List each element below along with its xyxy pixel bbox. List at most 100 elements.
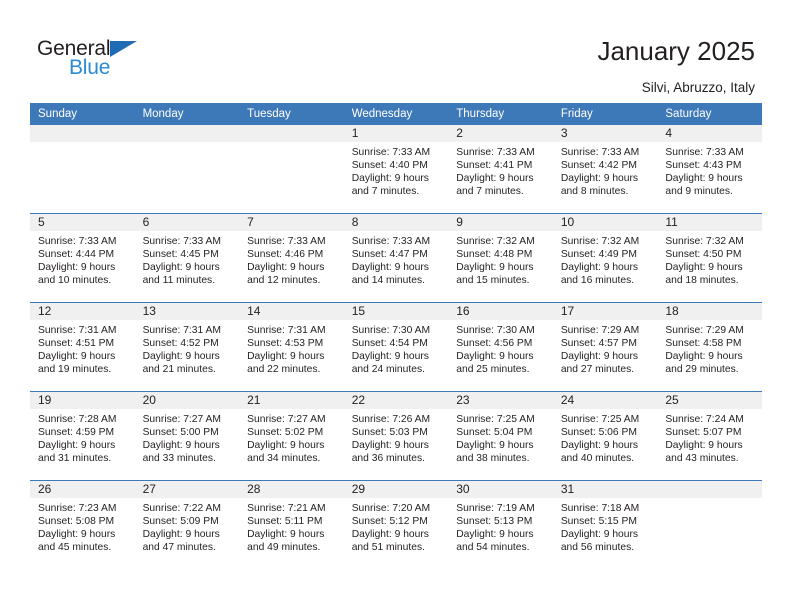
day-cell-inner: 28 Sunrise: 7:21 AM Sunset: 5:11 PM Dayligh… [239, 481, 344, 569]
day-number: 24 [552, 392, 658, 409]
calendar-day-cell[interactable]: 20 Sunrise: 7:27 AM Sunset: 5:00 PM Dayligh… [134, 391, 240, 481]
calendar-day-cell-empty [657, 480, 762, 569]
calendar-day-cell[interactable]: 14 Sunrise: 7:31 AM Sunset: 4:53 PM Dayligh… [239, 302, 344, 392]
day-number: 28 [239, 481, 344, 498]
calendar-day-cell[interactable]: 16 Sunrise: 7:30 AM Sunset: 4:56 PM Dayligh… [448, 302, 553, 392]
day-cell-inner: 19 Sunrise: 7:28 AM Sunset: 4:59 PM Dayligh… [30, 392, 135, 480]
calendar-day-cell[interactable]: 5 Sunrise: 7:33 AM Sunset: 4:44 PM Daylight… [30, 213, 135, 303]
day-detail-line: Sunrise: 7:27 AM [142, 414, 221, 425]
calendar-week-row: 5 Sunrise: 7:33 AM Sunset: 4:44 PM Daylight… [30, 213, 762, 303]
calendar-day-cell[interactable]: 10 Sunrise: 7:32 AM Sunset: 4:49 PM Dayligh… [552, 213, 658, 303]
day-details: Sunrise: 7:24 AM Sunset: 5:07 PM Daylight:… [657, 409, 762, 465]
day-number: 12 [30, 303, 135, 320]
day-details: Sunrise: 7:23 AM Sunset: 5:08 PM Daylight:… [30, 498, 135, 554]
calendar-day-cell[interactable]: 12 Sunrise: 7:31 AM Sunset: 4:51 PM Dayligh… [30, 302, 135, 392]
day-detail-line: Sunset: 4:42 PM [560, 160, 637, 172]
calendar-day-cell[interactable]: 15 Sunrise: 7:30 AM Sunset: 4:54 PM Dayligh… [343, 302, 449, 392]
calendar-day-cell[interactable]: 18 Sunrise: 7:29 AM Sunset: 4:58 PM Dayligh… [657, 302, 762, 392]
calendar-day-cell[interactable]: 24 Sunrise: 7:25 AM Sunset: 5:06 PM Dayligh… [552, 391, 658, 481]
calendar-day-cell[interactable]: 21 Sunrise: 7:27 AM Sunset: 5:02 PM Dayligh… [239, 391, 344, 481]
day-details: Sunrise: 7:29 AM Sunset: 4:58 PM Daylight:… [657, 320, 762, 376]
calendar-day-cell[interactable]: 6 Sunrise: 7:33 AM Sunset: 4:45 PM Daylight… [134, 213, 240, 303]
calendar-day-cell[interactable]: 31 Sunrise: 7:18 AM Sunset: 5:15 PM Dayligh… [552, 480, 658, 569]
day-cell-inner: 26 Sunrise: 7:23 AM Sunset: 5:08 PM Dayligh… [30, 481, 135, 569]
day-detail-line: Sunset: 5:13 PM [456, 516, 533, 528]
calendar-day-cell[interactable]: 4 Sunrise: 7:33 AM Sunset: 4:43 PM Daylight… [657, 125, 762, 214]
day-detail-line: Daylight: 9 hours [351, 173, 429, 185]
day-number: 26 [30, 481, 135, 498]
day-detail-line: Daylight: 9 hours [142, 351, 220, 363]
day-detail-line: Sunrise: 7:32 AM [560, 236, 640, 247]
calendar-header-row: Sunday Monday Tuesday Wednesday Thursday Frid… [30, 103, 762, 125]
calendar-week-row: 12 Sunrise: 7:31 AM Sunset: 4:51 PM Dayligh… [30, 302, 762, 392]
page-title: January 2025 [597, 36, 755, 66]
day-detail-line: Sunrise: 7:33 AM [38, 236, 117, 247]
calendar-day-cell[interactable]: 29 Sunrise: 7:20 AM Sunset: 5:12 PM Dayligh… [343, 480, 449, 569]
calendar-day-cell[interactable]: 26 Sunrise: 7:23 AM Sunset: 5:08 PM Dayligh… [30, 480, 135, 569]
calendar-day-cell[interactable]: 1 Sunrise: 7:33 AM Sunset: 4:40 PM Daylight… [343, 125, 449, 214]
day-detail-line: Daylight: 9 hours [142, 262, 220, 274]
calendar-day-cell[interactable]: 3 Sunrise: 7:33 AM Sunset: 4:42 PM Daylight… [552, 125, 658, 214]
day-detail-line: Daylight: 9 hours [142, 529, 220, 541]
day-cell-inner: 29 Sunrise: 7:20 AM Sunset: 5:12 PM Dayligh… [343, 481, 449, 569]
day-detail-line: Daylight: 9 hours [351, 351, 429, 363]
day-cell-inner: 11 Sunrise: 7:32 AM Sunset: 4:50 PM Dayligh… [657, 214, 762, 302]
day-detail-line: Daylight: 9 hours [456, 529, 534, 541]
day-cell-inner [657, 481, 762, 569]
day-detail-line: and 34 minutes. [247, 453, 321, 465]
calendar-day-cell[interactable]: 2 Sunrise: 7:33 AM Sunset: 4:41 PM Daylight… [448, 125, 553, 214]
day-cell-inner: 3 Sunrise: 7:33 AM Sunset: 4:42 PM Daylight… [552, 125, 658, 213]
calendar-day-cell[interactable]: 30 Sunrise: 7:19 AM Sunset: 5:13 PM Dayligh… [448, 480, 553, 569]
day-detail-line: Sunrise: 7:33 AM [247, 236, 326, 247]
general-blue-logo[interactable]: General Blue [37, 38, 177, 84]
calendar-day-cell[interactable]: 13 Sunrise: 7:31 AM Sunset: 4:52 PM Dayligh… [134, 302, 240, 392]
day-detail-line: Sunset: 5:06 PM [560, 427, 637, 439]
day-details: Sunrise: 7:31 AM Sunset: 4:53 PM Daylight:… [239, 320, 344, 376]
day-detail-line: Sunrise: 7:33 AM [665, 147, 744, 158]
calendar-day-cell[interactable]: 27 Sunrise: 7:22 AM Sunset: 5:09 PM Dayligh… [134, 480, 240, 569]
calendar-day-cell[interactable]: 23 Sunrise: 7:25 AM Sunset: 5:04 PM Dayligh… [448, 391, 553, 481]
calendar-day-cell[interactable]: 7 Sunrise: 7:33 AM Sunset: 4:46 PM Daylight… [239, 213, 344, 303]
day-cell-inner [30, 125, 135, 213]
day-details: Sunrise: 7:22 AM Sunset: 5:09 PM Daylight:… [135, 498, 240, 554]
day-detail-line: and 49 minutes. [247, 542, 321, 554]
day-number: 6 [134, 214, 240, 231]
day-cell-inner: 21 Sunrise: 7:27 AM Sunset: 5:02 PM Dayligh… [239, 392, 344, 480]
day-number: 17 [552, 303, 658, 320]
day-detail-line: Sunset: 4:51 PM [38, 338, 115, 350]
day-detail-line: Sunset: 4:59 PM [38, 427, 115, 439]
day-detail-line: Sunset: 4:54 PM [351, 338, 428, 350]
day-detail-line: and 10 minutes. [38, 275, 112, 287]
day-detail-line: Sunset: 5:12 PM [351, 516, 428, 528]
calendar-day-cell[interactable]: 9 Sunrise: 7:32 AM Sunset: 4:48 PM Daylight… [448, 213, 553, 303]
day-detail-line: Daylight: 9 hours [560, 351, 639, 363]
day-detail-line: Sunset: 5:11 PM [247, 516, 323, 528]
calendar-page: General Blue January 2025 Silvi, Abruzzo… [0, 0, 792, 612]
calendar-day-cell[interactable]: 22 Sunrise: 7:26 AM Sunset: 5:03 PM Dayligh… [343, 391, 449, 481]
day-detail-line: Sunrise: 7:20 AM [351, 503, 431, 514]
day-number: 27 [134, 481, 240, 498]
day-detail-line: and 40 minutes. [560, 453, 635, 465]
day-details: Sunrise: 7:33 AM Sunset: 4:45 PM Daylight:… [135, 231, 240, 287]
day-number: 2 [448, 125, 553, 142]
day-detail-line: Sunrise: 7:27 AM [247, 414, 326, 425]
calendar-day-cell[interactable]: 28 Sunrise: 7:21 AM Sunset: 5:11 PM Dayligh… [239, 480, 344, 569]
calendar-day-cell[interactable]: 19 Sunrise: 7:28 AM Sunset: 4:59 PM Dayligh… [30, 391, 135, 481]
day-details: Sunrise: 7:32 AM Sunset: 4:49 PM Daylight:… [553, 231, 658, 287]
calendar-day-cell[interactable]: 8 Sunrise: 7:33 AM Sunset: 4:47 PM Daylight… [343, 213, 449, 303]
day-detail-line: Sunrise: 7:25 AM [560, 414, 640, 425]
day-details: Sunrise: 7:32 AM Sunset: 4:48 PM Daylight:… [448, 231, 553, 287]
day-detail-line: Sunset: 4:49 PM [560, 249, 637, 261]
day-details: Sunrise: 7:25 AM Sunset: 5:04 PM Daylight:… [448, 409, 553, 465]
day-number: 9 [448, 214, 553, 231]
calendar-day-cell[interactable]: 17 Sunrise: 7:29 AM Sunset: 4:57 PM Dayligh… [552, 302, 658, 392]
day-cell-inner: 20 Sunrise: 7:27 AM Sunset: 5:00 PM Dayligh… [134, 392, 240, 480]
weekday-header-friday: Friday [552, 103, 658, 125]
weekday-header-wednesday: Wednesday [343, 103, 449, 125]
day-cell-inner: 18 Sunrise: 7:29 AM Sunset: 4:58 PM Dayligh… [657, 303, 762, 391]
day-detail-line: Sunrise: 7:28 AM [38, 414, 117, 425]
day-detail-line: Daylight: 9 hours [38, 529, 116, 541]
calendar-day-cell[interactable]: 11 Sunrise: 7:32 AM Sunset: 4:50 PM Dayligh… [657, 213, 762, 303]
day-cell-inner: 25 Sunrise: 7:24 AM Sunset: 5:07 PM Dayligh… [657, 392, 762, 480]
calendar-day-cell[interactable]: 25 Sunrise: 7:24 AM Sunset: 5:07 PM Dayligh… [657, 391, 762, 481]
